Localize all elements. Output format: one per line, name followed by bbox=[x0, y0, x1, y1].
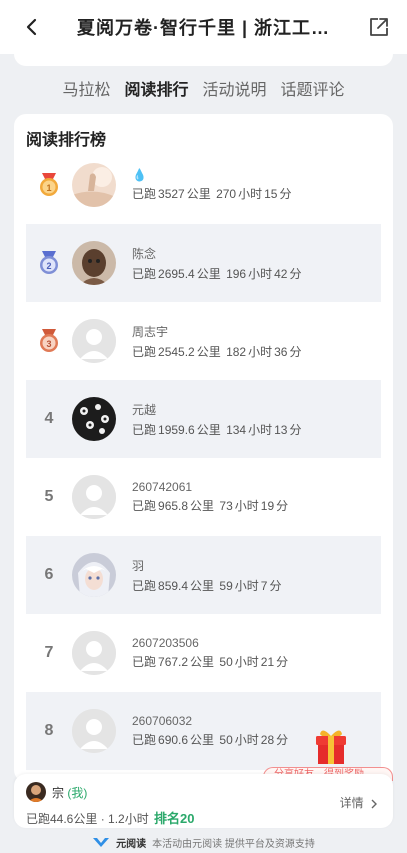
avatar bbox=[72, 163, 116, 207]
my-rank: 排名20 bbox=[154, 811, 195, 826]
gift-icon bbox=[316, 730, 346, 764]
bronze-medal-icon: 3 bbox=[40, 329, 58, 352]
avatar bbox=[72, 241, 116, 285]
ranking-row[interactable]: 3 周志宇 已跑 2545.2 公里 182 小时 36 分 bbox=[26, 302, 381, 380]
back-button[interactable] bbox=[18, 13, 46, 41]
rank-number: 8 bbox=[44, 722, 54, 739]
user-stats: 已跑 767.2 公里 50 小时 21 分 bbox=[132, 655, 289, 669]
default-avatar-icon bbox=[72, 319, 116, 363]
user-stats: 已跑 1959.6 公里 134 小时 13 分 bbox=[132, 422, 302, 437]
default-avatar-icon bbox=[72, 475, 116, 519]
svg-text:2: 2 bbox=[46, 261, 51, 271]
user-name: 元越 bbox=[132, 402, 157, 417]
header-card-edge bbox=[14, 54, 393, 66]
user-name: 2607203506 bbox=[132, 636, 199, 650]
tab-reading-rank[interactable]: 阅读排行 bbox=[124, 76, 188, 104]
user-name: 💧 bbox=[132, 168, 147, 182]
user-name: 羽 bbox=[132, 558, 145, 573]
silver-medal-icon: 2 bbox=[40, 251, 58, 274]
yuanyuedu-logo-icon bbox=[93, 838, 110, 847]
footer-text: 本活动由元阅读 提供平台及资源支持 bbox=[152, 838, 315, 850]
page-title: 夏阅万卷·智行千里 | 浙江工… bbox=[76, 18, 331, 38]
svg-text:3: 3 bbox=[46, 339, 51, 349]
tab-activity-info[interactable]: 活动说明 bbox=[203, 76, 267, 104]
footer: 元阅读 本活动由元阅读 提供平台及资源支持 bbox=[0, 832, 407, 852]
my-ranking-bar[interactable]: 宗 (我) 已跑44.6公里 · 1.2小时 排名20 详情 bbox=[14, 774, 393, 828]
ranking-card: 阅读排行榜 1 💧 已跑 3527 公里 270 小时 15 分 2 陈念 已跑… bbox=[14, 114, 393, 782]
rank-medal-gold: 1 bbox=[26, 172, 72, 198]
svg-text:1: 1 bbox=[46, 183, 51, 193]
user-name: 陈念 bbox=[132, 246, 157, 261]
my-avatar bbox=[26, 782, 46, 802]
user-stats: 已跑 690.6 公里 50 小时 28 分 bbox=[132, 733, 289, 747]
user-name: 周志宇 bbox=[132, 324, 169, 339]
share-icon bbox=[370, 18, 388, 36]
avatar bbox=[72, 397, 116, 441]
tab-bar: 马拉松 阅读排行 活动说明 话题评论 bbox=[0, 76, 407, 104]
avatar bbox=[72, 553, 116, 597]
ranking-row[interactable]: 1 💧 已跑 3527 公里 270 小时 15 分 bbox=[26, 146, 381, 224]
user-stats: 已跑 965.8 公里 73 小时 19 分 bbox=[132, 499, 289, 513]
ranking-row[interactable]: 6 羽 已跑 859.4 公里 59 小时 7 分 bbox=[26, 536, 381, 614]
user-stats: 已跑 2695.4 公里 196 小时 42 分 bbox=[132, 266, 302, 281]
user-stats: 已跑 3527 公里 270 小时 15 分 bbox=[132, 187, 292, 201]
rank-number: 7 bbox=[44, 644, 54, 661]
top-bar: 夏阅万卷·智行千里 | 浙江工… bbox=[0, 0, 407, 54]
ranking-row[interactable]: 5 260742061 已跑 965.8 公里 73 小时 19 分 bbox=[26, 458, 381, 536]
ranking-row[interactable]: 7 2607203506 已跑 767.2 公里 50 小时 21 分 bbox=[26, 614, 381, 692]
rank-number: 5 bbox=[44, 488, 54, 505]
chevron-left-icon bbox=[26, 18, 37, 36]
gift-button[interactable] bbox=[310, 726, 352, 766]
ranking-row[interactable]: 4 元越 已跑 1959.6 公里 134 小时 13 分 bbox=[26, 380, 381, 458]
my-name: 宗 (我) bbox=[52, 786, 88, 800]
ranking-row[interactable]: 2 陈念 已跑 2695.4 公里 196 小时 42 分 bbox=[26, 224, 381, 302]
default-avatar-icon bbox=[72, 709, 116, 753]
my-stats: 已跑44.6公里 · 1.2小时 排名20 bbox=[26, 811, 195, 826]
rank-medal-bronze: 3 bbox=[26, 328, 72, 354]
user-name: 260706032 bbox=[132, 714, 193, 728]
share-button[interactable] bbox=[365, 13, 393, 41]
details-link[interactable]: 详情 bbox=[340, 794, 379, 811]
user-stats: 已跑 2545.2 公里 182 小时 36 分 bbox=[132, 344, 302, 359]
rank-number: 4 bbox=[44, 410, 54, 427]
tab-marathon[interactable]: 马拉松 bbox=[62, 76, 110, 104]
gold-medal-icon: 1 bbox=[40, 173, 58, 196]
rank-number: 6 bbox=[44, 566, 54, 583]
footer-brand: 元阅读 bbox=[116, 838, 147, 850]
user-stats: 已跑 859.4 公里 59 小时 7 分 bbox=[132, 578, 282, 593]
chevron-right-icon bbox=[371, 799, 377, 809]
tab-topic-comments[interactable]: 话题评论 bbox=[281, 76, 345, 104]
rank-medal-silver: 2 bbox=[26, 250, 72, 276]
user-name: 260742061 bbox=[132, 480, 193, 494]
default-avatar-icon bbox=[72, 631, 116, 675]
